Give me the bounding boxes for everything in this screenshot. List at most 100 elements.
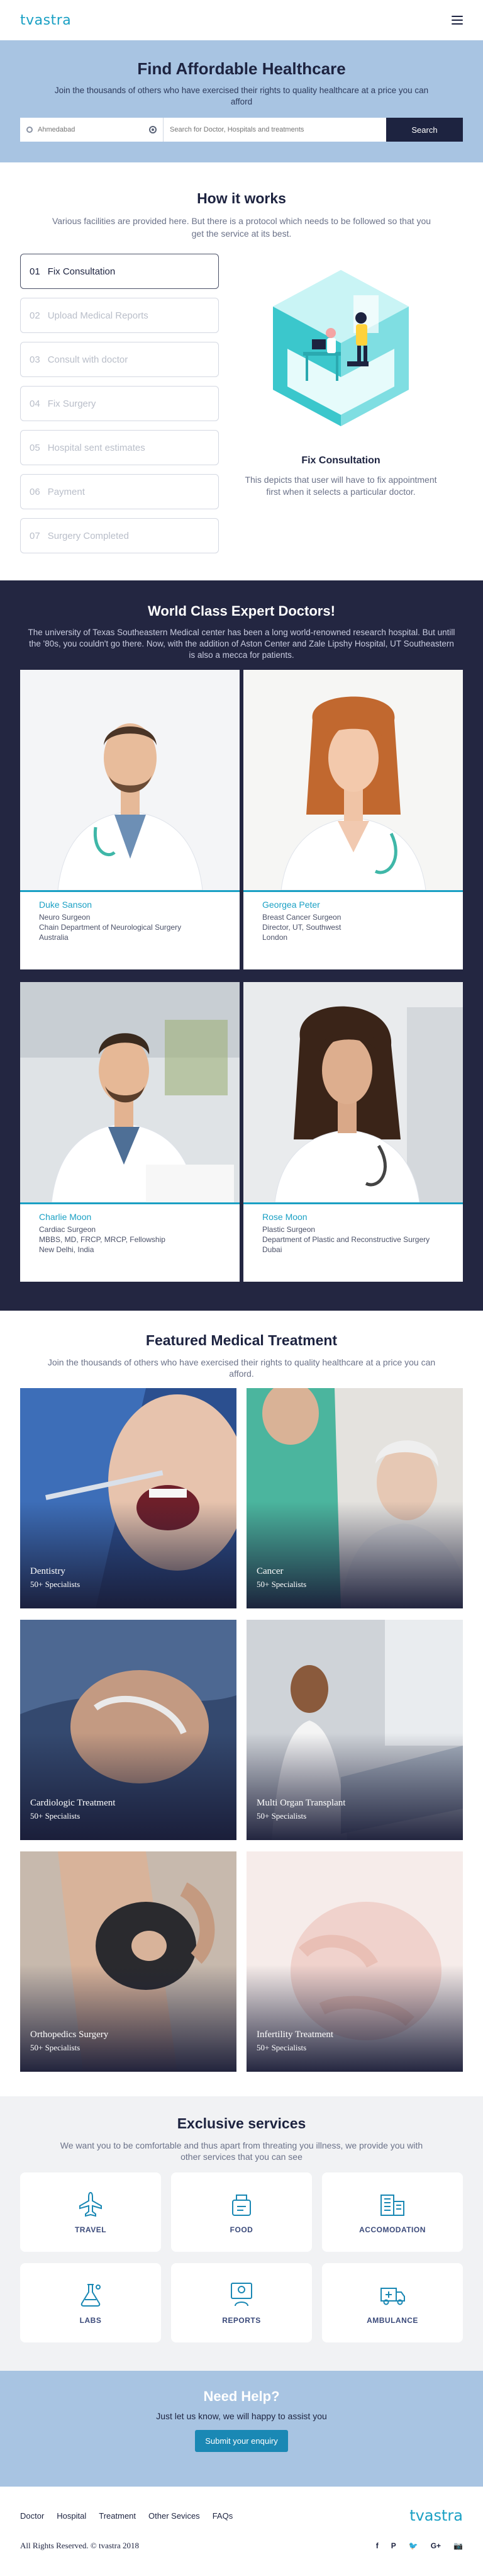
search-button[interactable]: Search	[386, 118, 463, 142]
logo[interactable]: tvastra	[20, 13, 71, 28]
help-text: Just let us know, we will happy to assis…	[156, 2411, 327, 2421]
location-field[interactable]	[20, 118, 164, 142]
treatment-card-cardiologic[interactable]: Cardiologic Treatment 50+ Specialists	[20, 1620, 236, 1840]
doctor-card[interactable]: Georgea Peter Breast Cancer Surgeon Dire…	[243, 670, 463, 969]
doctor-specialty: Cardiac Surgeon	[39, 1225, 96, 1234]
doctor-photo	[243, 982, 463, 1202]
footer-link-doctor[interactable]: Doctor	[20, 2511, 44, 2521]
doctor-card[interactable]: Charlie Moon Cardiac Surgeon MBBS, MD, F…	[20, 982, 240, 1282]
step-item[interactable]: 06 Payment	[20, 474, 219, 509]
service-food[interactable]: FOOD	[171, 2172, 312, 2252]
hero-section: Find Affordable Healthcare Join the thou…	[0, 40, 483, 162]
step-label: Hospital sent estimates	[47, 442, 145, 453]
step-label: Fix Surgery	[47, 398, 96, 409]
step-number: 06	[30, 486, 40, 497]
footer-nav: Doctor Hospital Treatment Other Sevices …	[20, 2511, 233, 2521]
service-label: REPORTS	[222, 2316, 261, 2325]
doctor-location: London	[262, 933, 288, 942]
doctor-department: Department of Plastic and Reconstructive…	[262, 1235, 430, 1244]
doctor-name[interactable]: Rose Moon	[262, 1212, 444, 1222]
services-section: Exclusive services We want you to be com…	[0, 2096, 483, 2371]
step-number: 03	[30, 354, 40, 365]
doctor-name[interactable]: Duke Sanson	[39, 900, 221, 910]
doctor-location: Dubai	[262, 1245, 282, 1254]
consultation-illustration	[273, 270, 409, 426]
doctor-department: MBBS, MD, FRCP, MRCP, Fellowship	[39, 1235, 165, 1244]
step-item[interactable]: 05 Hospital sent estimates	[20, 430, 219, 465]
step-number: 02	[30, 310, 40, 321]
instagram-icon[interactable]: 📷	[453, 2541, 463, 2550]
specialist-count: 50+ Specialists	[257, 1579, 307, 1589]
services-title: Exclusive services	[177, 2115, 306, 2132]
step-detail-title: Fix Consultation	[301, 455, 380, 466]
search-field[interactable]	[164, 118, 386, 142]
services-subtitle: We want you to be comfortable and thus a…	[60, 2140, 423, 2162]
submit-enquiry-button[interactable]: Submit your enquiry	[195, 2430, 288, 2452]
step-item[interactable]: 04 Fix Surgery	[20, 386, 219, 421]
service-ambulance[interactable]: AMBULANCE	[322, 2263, 463, 2342]
step-item[interactable]: 03 Consult with doctor	[20, 342, 219, 377]
treatment-name: Cardiologic Treatment	[30, 1798, 116, 1808]
step-label: Payment	[47, 486, 85, 497]
treatment-card-dentistry[interactable]: Dentistry 50+ Specialists	[20, 1388, 236, 1608]
footer-link-faqs[interactable]: FAQs	[213, 2511, 233, 2521]
building-icon	[380, 2195, 404, 2216]
top-bar: tvastra	[0, 0, 483, 40]
how-it-works-section: How it works Various facilities are prov…	[0, 162, 483, 580]
treatment-card-organ-transplant[interactable]: Multi Organ Transplant 50+ Specialists	[247, 1620, 463, 1840]
step-detail: Fix Consultation This depicts that user …	[219, 254, 463, 562]
locate-me-icon[interactable]	[149, 126, 157, 133]
doctor-card[interactable]: Rose Moon Plastic Surgeon Department of …	[243, 982, 463, 1282]
footer-link-treatment[interactable]: Treatment	[99, 2511, 136, 2521]
step-item[interactable]: 01 Fix Consultation	[20, 254, 219, 289]
doctor-photo	[20, 670, 240, 890]
step-list: 01 Fix Consultation 02 Upload Medical Repo…	[20, 254, 219, 562]
footer-logo[interactable]: tvastra	[409, 2507, 463, 2524]
specialist-count: 50+ Specialists	[30, 1811, 80, 1821]
treatment-card-cancer[interactable]: Cancer 50+ Specialists	[247, 1388, 463, 1608]
treatment-card-orthopedics[interactable]: Orthopedics Surgery 50+ Specialists	[20, 1851, 236, 2072]
service-travel[interactable]: TRAVEL	[20, 2172, 161, 2252]
step-number: 01	[30, 266, 40, 277]
step-item[interactable]: 07 Surgery Completed	[20, 518, 219, 553]
specialist-count: 50+ Specialists	[30, 1579, 80, 1589]
copyright-text: All Rights Reserved. © tvastra 2018	[20, 2541, 139, 2550]
twitter-icon[interactable]: 🐦	[409, 2541, 418, 2550]
ambulance-icon	[380, 2288, 405, 2305]
search-bar: Search	[20, 118, 463, 142]
doctor-name[interactable]: Charlie Moon	[39, 1212, 221, 1222]
facebook-icon[interactable]: f	[376, 2541, 379, 2550]
hero-title: Find Affordable Healthcare	[137, 59, 346, 78]
food-icon	[232, 2195, 251, 2216]
doctor-specialty: Breast Cancer Surgeon	[262, 913, 341, 922]
treatment-subtitle: Join the thousands of others who have ex…	[47, 1357, 436, 1379]
step-item[interactable]: 02 Upload Medical Reports	[20, 298, 219, 333]
service-reports[interactable]: REPORTS	[171, 2263, 312, 2342]
google-plus-icon[interactable]: G+	[431, 2541, 441, 2550]
service-label: FOOD	[230, 2225, 253, 2234]
service-accomodation[interactable]: ACCOMODATION	[322, 2172, 463, 2252]
treatment-title: Featured Medical Treatment	[145, 1332, 338, 1348]
doctor-specialty: Plastic Surgeon	[262, 1225, 316, 1234]
hero-subtitle: Join the thousands of others who have ex…	[54, 86, 429, 106]
doctor-location: Australia	[39, 933, 69, 942]
footer-link-other-services[interactable]: Other Sevices	[148, 2511, 200, 2521]
doctor-department: Chain Department of Neurological Surgery	[39, 923, 182, 932]
doctor-card[interactable]: Duke Sanson Neuro Surgeon Chain Departme…	[20, 670, 240, 969]
step-label: Upload Medical Reports	[47, 310, 148, 321]
location-input[interactable]	[38, 126, 149, 133]
treatment-card-infertility[interactable]: Infertility Treatment 50+ Specialists	[247, 1851, 463, 2072]
service-label: TRAVEL	[74, 2225, 107, 2234]
doctors-section: World Class Expert Doctors! The universi…	[0, 580, 483, 1311]
pinterest-icon[interactable]: P	[391, 2541, 396, 2550]
hamburger-menu-icon[interactable]	[452, 16, 463, 25]
step-label: Surgery Completed	[47, 530, 129, 541]
doctor-name[interactable]: Georgea Peter	[262, 900, 444, 910]
how-title: How it works	[197, 190, 286, 206]
treatment-section: Featured Medical Treatment Join the thou…	[0, 1311, 483, 2096]
footer-link-hospital[interactable]: Hospital	[57, 2511, 86, 2521]
search-input[interactable]	[170, 126, 380, 133]
help-title: Need Help?	[203, 2388, 280, 2404]
service-labs[interactable]: LABS	[20, 2263, 161, 2342]
doctors-subtitle: The university of Texas Southeastern Med…	[28, 628, 455, 660]
